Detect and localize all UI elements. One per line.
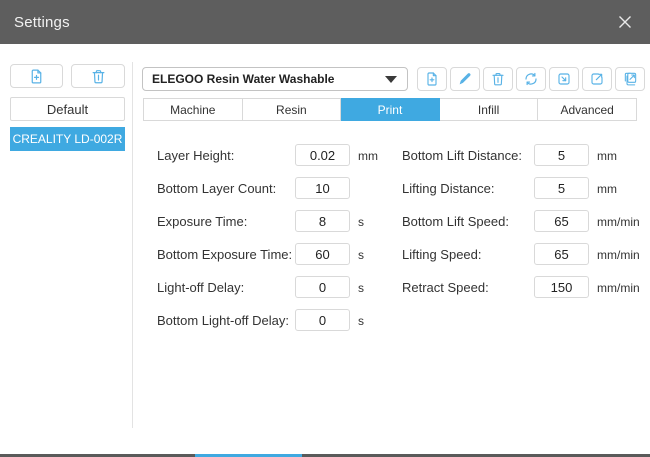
trash-icon <box>490 71 506 87</box>
close-icon <box>617 14 633 30</box>
field-unit: s <box>358 248 364 262</box>
settings-tabs: Machine Resin Print Infill Advanced <box>143 98 637 121</box>
field-unit: mm <box>597 182 617 196</box>
export-icon <box>589 71 605 87</box>
field-unit: s <box>358 215 364 229</box>
title-bar: Settings <box>0 0 650 44</box>
field-label-exposure-time: Exposure Time: <box>157 214 247 229</box>
lifting-distance-input[interactable] <box>534 177 589 199</box>
lifting-speed-input[interactable] <box>534 243 589 265</box>
bottom-light-off-delay-input[interactable] <box>295 309 350 331</box>
field-label-layer-height: Layer Height: <box>157 148 234 163</box>
field-label-light-off-delay: Light-off Delay: <box>157 280 244 295</box>
exposure-time-input[interactable] <box>295 210 350 232</box>
field-unit: mm <box>597 149 617 163</box>
import-resin-button[interactable] <box>549 67 579 91</box>
refresh-icon <box>523 71 539 87</box>
light-off-delay-input[interactable] <box>295 276 350 298</box>
default-profile-button[interactable]: Default <box>10 97 125 121</box>
dialog-title: Settings <box>14 14 70 31</box>
edit-resin-button[interactable] <box>450 67 480 91</box>
field-label-lifting-speed: Lifting Speed: <box>402 247 482 262</box>
field-unit: s <box>358 281 364 295</box>
trash-icon <box>90 68 107 85</box>
field-unit: mm/min <box>597 248 640 262</box>
edit-pencil-icon <box>457 71 473 87</box>
field-label-bottom-layer-count: Bottom Layer Count: <box>157 181 276 196</box>
field-label-bottom-lift-distance: Bottom Lift Distance: <box>402 148 522 163</box>
chevron-down-icon <box>385 76 397 83</box>
add-file-icon <box>28 68 45 85</box>
field-label-lifting-distance: Lifting Distance: <box>402 181 495 196</box>
field-label-retract-speed: Retract Speed: <box>402 280 489 295</box>
export-all-resin-button[interactable] <box>615 67 645 91</box>
field-unit: mm/min <box>597 281 640 295</box>
field-label-bottom-exposure-time: Bottom Exposure Time: <box>157 247 292 262</box>
export-resin-button[interactable] <box>582 67 612 91</box>
bottom-exposure-time-input[interactable] <box>295 243 350 265</box>
sidebar-divider <box>132 62 133 428</box>
add-resin-button[interactable] <box>417 67 447 91</box>
resin-profile-select[interactable]: ELEGOO Resin Water Washable <box>142 67 408 91</box>
tab-machine[interactable]: Machine <box>143 98 243 121</box>
import-icon <box>556 71 572 87</box>
bottom-lift-distance-input[interactable] <box>534 144 589 166</box>
machine-profile-item[interactable]: CREALITY LD-002R <box>10 127 125 151</box>
bottom-lift-speed-input[interactable] <box>534 210 589 232</box>
resin-profile-selected-value: ELEGOO Resin Water Washable <box>152 72 385 86</box>
field-unit: s <box>358 314 364 328</box>
bottom-layer-count-input[interactable] <box>295 177 350 199</box>
delete-machine-button[interactable] <box>71 64 125 88</box>
settings-dialog: Settings Defaul <box>0 0 650 457</box>
retract-speed-input[interactable] <box>534 276 589 298</box>
field-unit: mm/min <box>597 215 640 229</box>
tab-resin[interactable]: Resin <box>243 98 342 121</box>
add-file-icon <box>424 71 440 87</box>
tab-print[interactable]: Print <box>341 98 440 121</box>
close-button[interactable] <box>610 8 640 36</box>
delete-resin-button[interactable] <box>483 67 513 91</box>
layer-height-input[interactable] <box>295 144 350 166</box>
export-all-icon <box>622 71 638 87</box>
field-label-bottom-lift-speed: Bottom Lift Speed: <box>402 214 509 229</box>
tab-infill[interactable]: Infill <box>440 98 539 121</box>
field-unit: mm <box>358 149 378 163</box>
field-label-bottom-light-off-delay: Bottom Light-off Delay: <box>157 313 289 328</box>
refresh-resin-button[interactable] <box>516 67 546 91</box>
add-machine-button[interactable] <box>10 64 63 88</box>
tab-advanced[interactable]: Advanced <box>538 98 637 121</box>
